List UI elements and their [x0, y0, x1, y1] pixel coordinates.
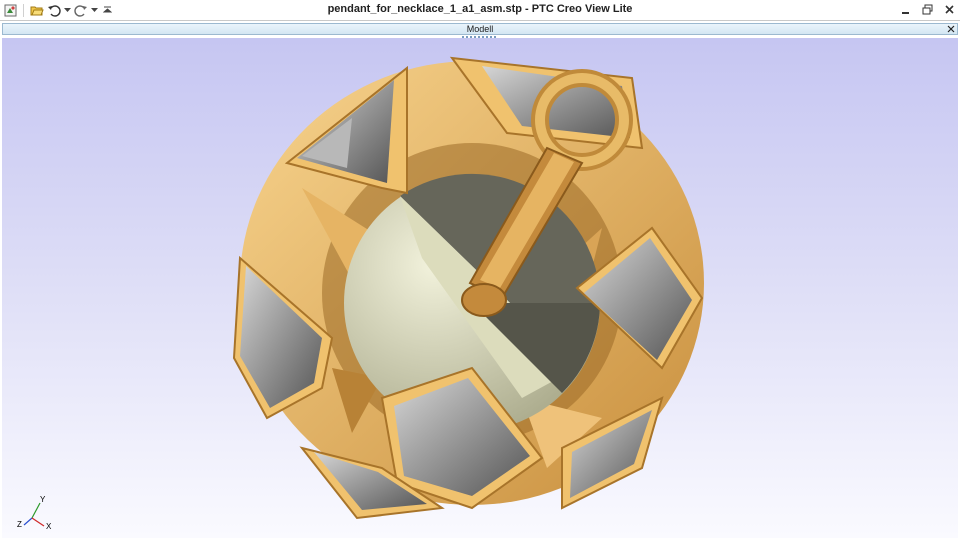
triad-z-label: Z	[17, 520, 22, 529]
panel-close-icon[interactable]	[946, 24, 956, 34]
window-controls	[898, 2, 956, 17]
3d-viewport[interactable]: Y Z X	[2, 38, 958, 538]
pendant-model[interactable]	[2, 38, 958, 538]
triad-x-label: X	[46, 522, 52, 531]
model-panel-header: Modell	[2, 23, 958, 35]
close-icon[interactable]	[942, 2, 956, 17]
window-title: pendant_for_necklace_1_a1_asm.stp - PTC …	[327, 3, 633, 15]
view-triad: Y Z X	[17, 495, 52, 531]
triad-y-label: Y	[40, 495, 46, 504]
title-bar: pendant_for_necklace_1_a1_asm.stp - PTC …	[0, 0, 960, 21]
minimize-icon[interactable]	[898, 2, 912, 17]
restore-icon[interactable]	[920, 2, 934, 17]
panel-title: Modell	[466, 24, 494, 34]
